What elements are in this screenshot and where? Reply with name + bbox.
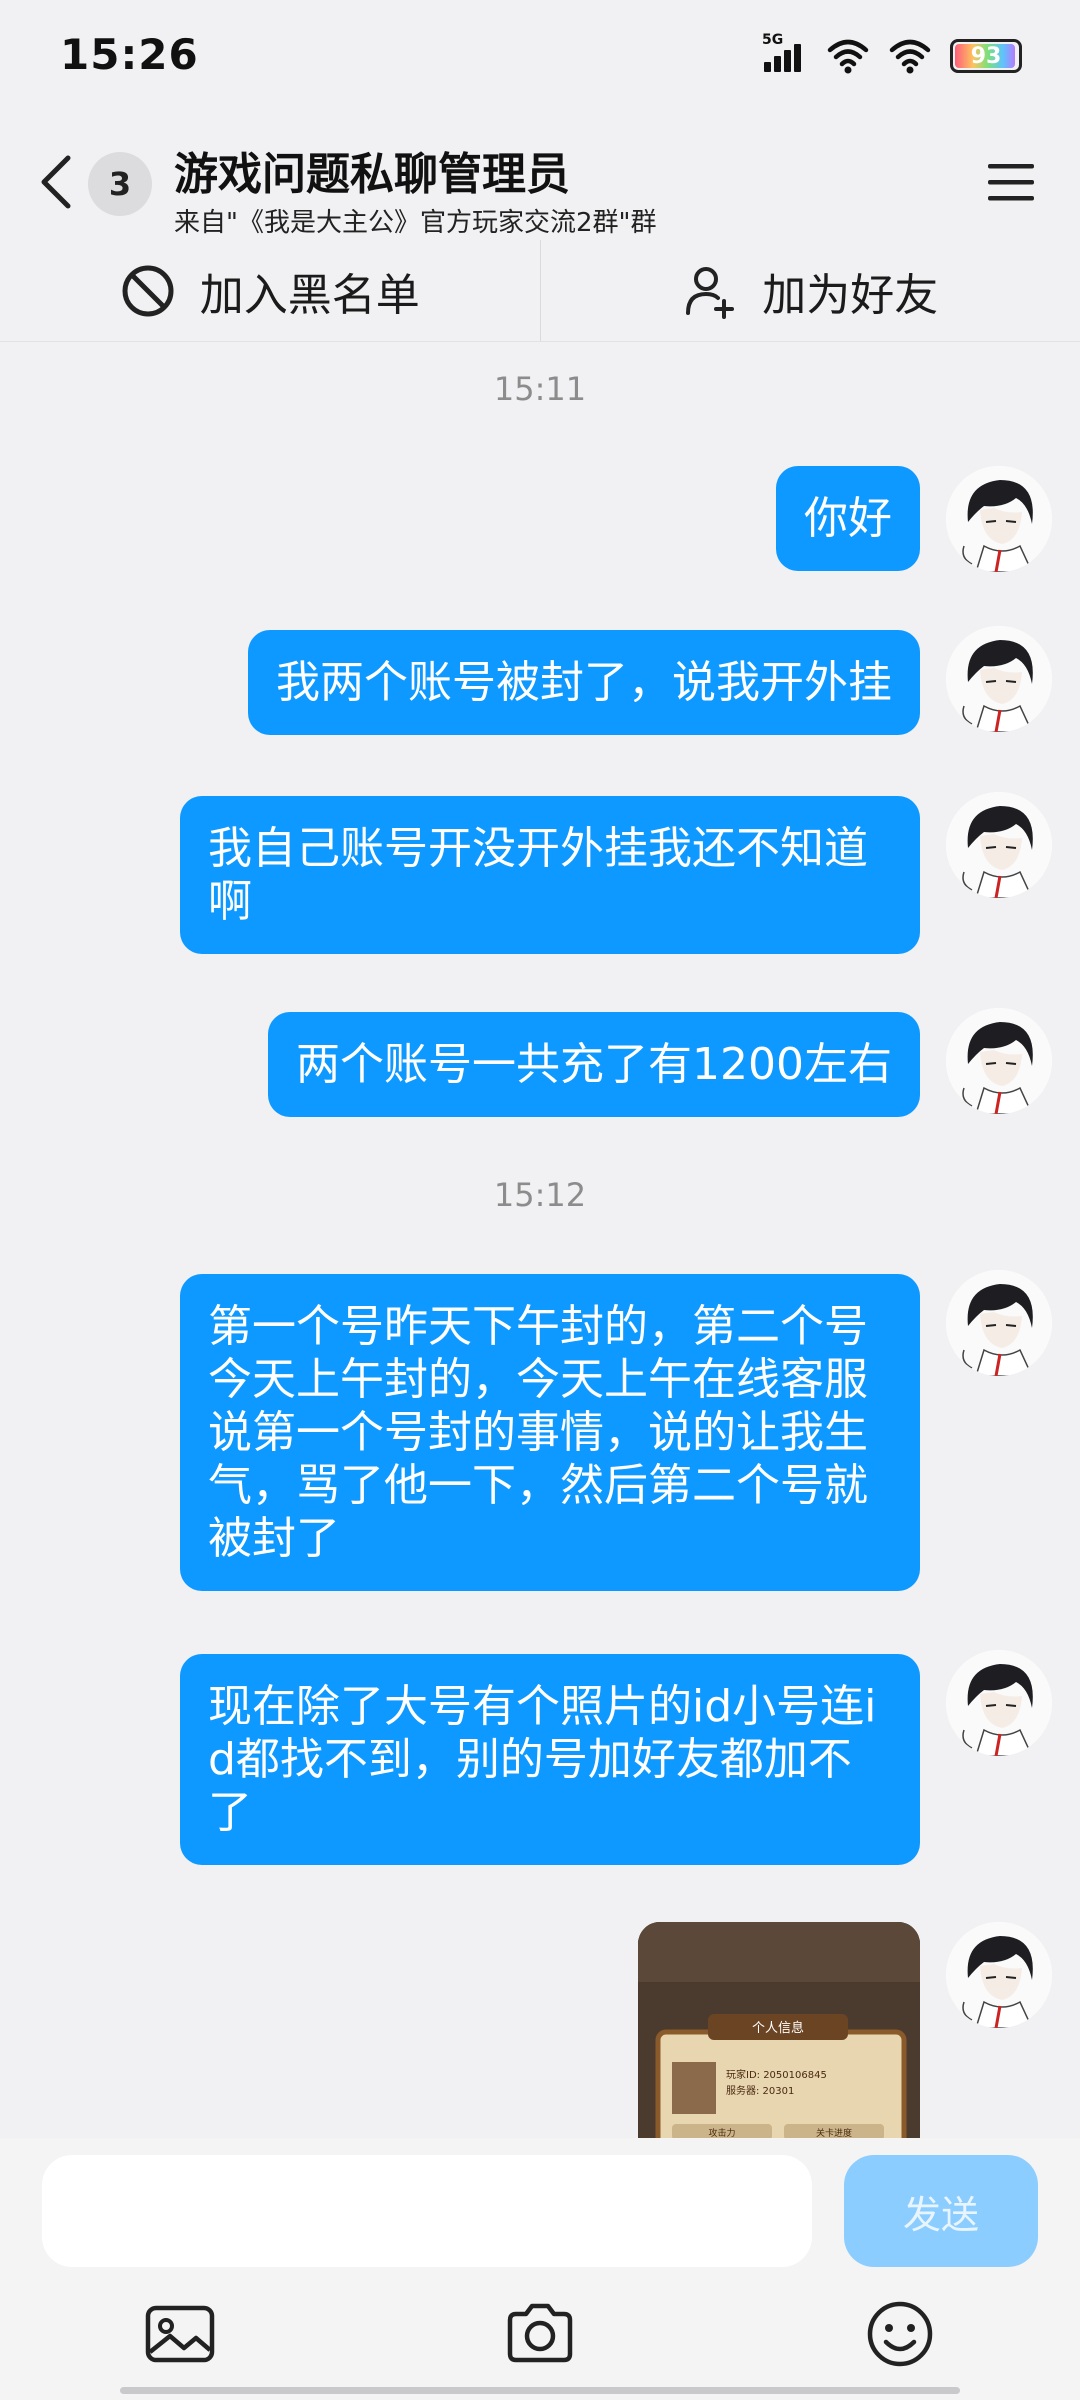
user-avatar[interactable] — [946, 792, 1052, 898]
send-button[interactable]: 发送 — [844, 2155, 1038, 2267]
block-icon — [122, 265, 174, 316]
image-tab1: 攻击力 — [708, 2127, 735, 2138]
chat-area[interactable]: 15:11 你好 我两个账号被封了，说我开外挂 我自己账号开没开外挂我还不知道啊… — [0, 342, 1080, 2138]
image-icon[interactable] — [142, 2296, 218, 2372]
message-bubble[interactable]: 你好 — [776, 466, 920, 571]
message-bubble[interactable]: 现在除了大号有个照片的id小号连id都找不到，别的号加好友都加不了 — [180, 1654, 920, 1865]
status-time: 15:26 — [60, 30, 199, 79]
image-line1: 玩家ID: 2050106845 — [726, 2068, 827, 2081]
message-bubble[interactable]: 第一个号昨天下午封的，第二个号今天上午封的，今天上午在线客服说第一个号封的事情，… — [180, 1274, 920, 1591]
user-avatar[interactable] — [946, 1922, 1052, 2028]
back-arrow-icon[interactable] — [34, 152, 78, 212]
game-screenshot-thumbnail: 个人信息 玩家ID: 2050106845 服务器: 20301 攻击力 关卡进… — [638, 1922, 920, 2138]
user-avatar[interactable] — [946, 466, 1052, 572]
home-indicator[interactable] — [120, 2387, 960, 2394]
image-tab2: 关卡进度 — [816, 2127, 852, 2138]
message-bubble[interactable]: 两个账号一共充了有1200左右 — [268, 1012, 920, 1117]
block-button[interactable]: 加入黑名单 — [0, 240, 540, 341]
message-bubble[interactable]: 我两个账号被封了，说我开外挂 — [248, 630, 920, 735]
message-bubble[interactable]: 我自己账号开没开外挂我还不知道啊 — [180, 796, 920, 954]
timestamp: 15:11 — [493, 370, 587, 408]
menu-icon[interactable] — [986, 160, 1036, 204]
user-avatar[interactable] — [946, 626, 1052, 732]
wifi-icon — [889, 39, 931, 74]
page-title: 游戏问题私聊管理员 — [174, 149, 570, 200]
status-icons: 5G 93 — [762, 32, 1022, 76]
input-bar: 发送 — [0, 2138, 1080, 2400]
chat-header: 3 游戏问题私聊管理员 来自"《我是大主公》官方玩家交流2群"群 — [0, 130, 1080, 240]
unread-badge[interactable]: 3 — [88, 152, 152, 216]
user-avatar[interactable] — [946, 1650, 1052, 1756]
page-subtitle: 来自"《我是大主公》官方玩家交流2群"群 — [174, 208, 657, 238]
action-bar: 加入黑名单 加为好友 — [0, 240, 1080, 342]
camera-icon[interactable] — [502, 2296, 578, 2372]
timestamp: 15:12 — [493, 1176, 587, 1214]
message-input[interactable] — [42, 2155, 812, 2267]
battery-level: 93 — [970, 43, 1002, 69]
user-avatar[interactable] — [946, 1008, 1052, 1114]
add-friend-button[interactable]: 加为好友 — [539, 240, 1080, 341]
block-label: 加入黑名单 — [199, 269, 420, 321]
battery-icon: 93 — [950, 39, 1022, 73]
user-avatar[interactable] — [946, 1270, 1052, 1376]
add-friend-label: 加为好友 — [762, 269, 939, 321]
emoji-icon[interactable] — [862, 2296, 938, 2372]
wifi-icon — [827, 39, 869, 74]
add-user-icon — [686, 266, 735, 319]
image-line2: 服务器: 20301 — [726, 2084, 794, 2097]
status-bar: 15:26 5G 93 — [0, 0, 1080, 110]
image-message[interactable]: 个人信息 玩家ID: 2050106845 服务器: 20301 攻击力 关卡进… — [638, 1922, 920, 2138]
image-banner: 个人信息 — [752, 2020, 804, 2036]
network-type: 5G — [762, 32, 784, 48]
signal-icon: 5G — [762, 32, 808, 76]
